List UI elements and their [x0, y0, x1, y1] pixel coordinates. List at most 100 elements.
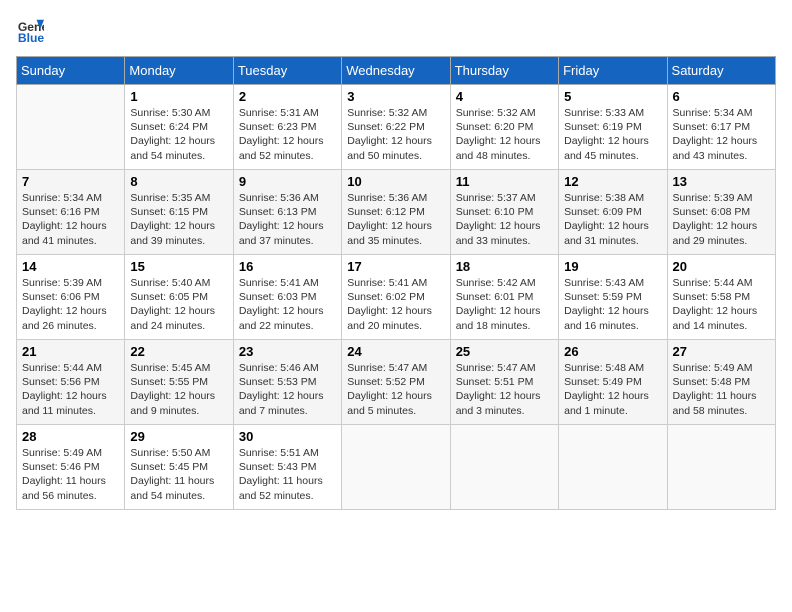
calendar-cell: 18 Sunrise: 5:42 AM Sunset: 6:01 PM Dayli… — [450, 255, 558, 340]
day-number: 2 — [239, 89, 336, 104]
calendar-cell — [559, 425, 667, 510]
day-info: Sunrise: 5:38 AM Sunset: 6:09 PM Dayligh… — [564, 191, 661, 248]
day-number: 20 — [673, 259, 770, 274]
day-number: 16 — [239, 259, 336, 274]
day-number: 9 — [239, 174, 336, 189]
day-info: Sunrise: 5:43 AM Sunset: 5:59 PM Dayligh… — [564, 276, 661, 333]
day-info: Sunrise: 5:47 AM Sunset: 5:51 PM Dayligh… — [456, 361, 553, 418]
day-number: 24 — [347, 344, 444, 359]
calendar-cell: 30 Sunrise: 5:51 AM Sunset: 5:43 PM Dayli… — [233, 425, 341, 510]
day-number: 10 — [347, 174, 444, 189]
calendar-cell: 1 Sunrise: 5:30 AM Sunset: 6:24 PM Daylig… — [125, 85, 233, 170]
calendar-table: SundayMondayTuesdayWednesdayThursdayFrid… — [16, 56, 776, 510]
calendar-cell: 19 Sunrise: 5:43 AM Sunset: 5:59 PM Dayli… — [559, 255, 667, 340]
calendar-cell: 28 Sunrise: 5:49 AM Sunset: 5:46 PM Dayli… — [17, 425, 125, 510]
day-number: 13 — [673, 174, 770, 189]
weekday-header: Friday — [559, 57, 667, 85]
day-number: 4 — [456, 89, 553, 104]
day-number: 6 — [673, 89, 770, 104]
logo-icon: General Blue — [16, 16, 44, 44]
day-info: Sunrise: 5:32 AM Sunset: 6:20 PM Dayligh… — [456, 106, 553, 163]
day-info: Sunrise: 5:30 AM Sunset: 6:24 PM Dayligh… — [130, 106, 227, 163]
calendar-cell — [450, 425, 558, 510]
day-number: 21 — [22, 344, 119, 359]
calendar-cell: 20 Sunrise: 5:44 AM Sunset: 5:58 PM Dayli… — [667, 255, 775, 340]
calendar-cell: 21 Sunrise: 5:44 AM Sunset: 5:56 PM Dayli… — [17, 340, 125, 425]
day-number: 30 — [239, 429, 336, 444]
weekday-header: Monday — [125, 57, 233, 85]
day-number: 25 — [456, 344, 553, 359]
calendar-cell: 5Sunrise: 5:33 AM Sunset: 6:19 PM Daylig… — [559, 85, 667, 170]
day-number: 1 — [130, 89, 227, 104]
calendar-cell: 13 Sunrise: 5:39 AM Sunset: 6:08 PM Dayli… — [667, 170, 775, 255]
svg-text:Blue: Blue — [18, 31, 44, 44]
day-info: Sunrise: 5:35 AM Sunset: 6:15 PM Dayligh… — [130, 191, 227, 248]
calendar-cell: 8 Sunrise: 5:35 AM Sunset: 6:15 PM Daylig… — [125, 170, 233, 255]
weekday-header: Saturday — [667, 57, 775, 85]
calendar-cell: 2 Sunrise: 5:31 AM Sunset: 6:23 PM Daylig… — [233, 85, 341, 170]
day-info: Sunrise: 5:45 AM Sunset: 5:55 PM Dayligh… — [130, 361, 227, 418]
day-info: Sunrise: 5:46 AM Sunset: 5:53 PM Dayligh… — [239, 361, 336, 418]
day-number: 23 — [239, 344, 336, 359]
day-info: Sunrise: 5:41 AM Sunset: 6:02 PM Dayligh… — [347, 276, 444, 333]
day-info: Sunrise: 5:37 AM Sunset: 6:10 PM Dayligh… — [456, 191, 553, 248]
calendar-cell: 29 Sunrise: 5:50 AM Sunset: 5:45 PM Dayli… — [125, 425, 233, 510]
weekday-header: Sunday — [17, 57, 125, 85]
day-info: Sunrise: 5:44 AM Sunset: 5:58 PM Dayligh… — [673, 276, 770, 333]
weekday-header: Tuesday — [233, 57, 341, 85]
day-number: 15 — [130, 259, 227, 274]
day-number: 7 — [22, 174, 119, 189]
calendar-cell: 16 Sunrise: 5:41 AM Sunset: 6:03 PM Dayli… — [233, 255, 341, 340]
calendar-cell: 7 Sunrise: 5:34 AM Sunset: 6:16 PM Daylig… — [17, 170, 125, 255]
day-number: 8 — [130, 174, 227, 189]
day-number: 26 — [564, 344, 661, 359]
calendar-cell: 11 Sunrise: 5:37 AM Sunset: 6:10 PM Dayli… — [450, 170, 558, 255]
calendar-cell: 25 Sunrise: 5:47 AM Sunset: 5:51 PM Dayli… — [450, 340, 558, 425]
day-number: 3 — [347, 89, 444, 104]
calendar-cell: 12 Sunrise: 5:38 AM Sunset: 6:09 PM Dayli… — [559, 170, 667, 255]
day-number: 17 — [347, 259, 444, 274]
day-number: 28 — [22, 429, 119, 444]
calendar-cell: 6 Sunrise: 5:34 AM Sunset: 6:17 PM Daylig… — [667, 85, 775, 170]
day-info: Sunrise: 5:34 AM Sunset: 6:17 PM Dayligh… — [673, 106, 770, 163]
day-number: 27 — [673, 344, 770, 359]
day-info: Sunrise: 5:42 AM Sunset: 6:01 PM Dayligh… — [456, 276, 553, 333]
calendar-cell: 24 Sunrise: 5:47 AM Sunset: 5:52 PM Dayli… — [342, 340, 450, 425]
calendar-cell — [342, 425, 450, 510]
day-info: Sunrise: 5:48 AM Sunset: 5:49 PM Dayligh… — [564, 361, 661, 418]
day-number: 19 — [564, 259, 661, 274]
page-header: General Blue — [16, 16, 776, 44]
day-number: 22 — [130, 344, 227, 359]
day-info: Sunrise: 5:33 AM Sunset: 6:19 PM Dayligh… — [564, 106, 661, 163]
calendar-cell: 9 Sunrise: 5:36 AM Sunset: 6:13 PM Daylig… — [233, 170, 341, 255]
day-info: Sunrise: 5:50 AM Sunset: 5:45 PM Dayligh… — [130, 446, 227, 503]
day-info: Sunrise: 5:49 AM Sunset: 5:46 PM Dayligh… — [22, 446, 119, 503]
weekday-header: Wednesday — [342, 57, 450, 85]
calendar-cell: 15 Sunrise: 5:40 AM Sunset: 6:05 PM Dayli… — [125, 255, 233, 340]
day-info: Sunrise: 5:41 AM Sunset: 6:03 PM Dayligh… — [239, 276, 336, 333]
day-number: 18 — [456, 259, 553, 274]
day-info: Sunrise: 5:40 AM Sunset: 6:05 PM Dayligh… — [130, 276, 227, 333]
calendar-cell: 3Sunrise: 5:32 AM Sunset: 6:22 PM Daylig… — [342, 85, 450, 170]
day-info: Sunrise: 5:39 AM Sunset: 6:06 PM Dayligh… — [22, 276, 119, 333]
day-number: 12 — [564, 174, 661, 189]
day-info: Sunrise: 5:36 AM Sunset: 6:13 PM Dayligh… — [239, 191, 336, 248]
calendar-cell — [17, 85, 125, 170]
calendar-cell: 22 Sunrise: 5:45 AM Sunset: 5:55 PM Dayli… — [125, 340, 233, 425]
day-info: Sunrise: 5:47 AM Sunset: 5:52 PM Dayligh… — [347, 361, 444, 418]
calendar-cell: 26 Sunrise: 5:48 AM Sunset: 5:49 PM Dayli… — [559, 340, 667, 425]
day-info: Sunrise: 5:36 AM Sunset: 6:12 PM Dayligh… — [347, 191, 444, 248]
day-number: 11 — [456, 174, 553, 189]
day-info: Sunrise: 5:34 AM Sunset: 6:16 PM Dayligh… — [22, 191, 119, 248]
calendar-cell: 27Sunrise: 5:49 AM Sunset: 5:48 PM Dayli… — [667, 340, 775, 425]
day-info: Sunrise: 5:51 AM Sunset: 5:43 PM Dayligh… — [239, 446, 336, 503]
day-number: 14 — [22, 259, 119, 274]
calendar-cell: 23 Sunrise: 5:46 AM Sunset: 5:53 PM Dayli… — [233, 340, 341, 425]
calendar-cell: 4 Sunrise: 5:32 AM Sunset: 6:20 PM Daylig… — [450, 85, 558, 170]
day-info: Sunrise: 5:31 AM Sunset: 6:23 PM Dayligh… — [239, 106, 336, 163]
calendar-cell: 10 Sunrise: 5:36 AM Sunset: 6:12 PM Dayli… — [342, 170, 450, 255]
day-number: 29 — [130, 429, 227, 444]
day-info: Sunrise: 5:44 AM Sunset: 5:56 PM Dayligh… — [22, 361, 119, 418]
day-info: Sunrise: 5:39 AM Sunset: 6:08 PM Dayligh… — [673, 191, 770, 248]
logo: General Blue — [16, 16, 48, 44]
